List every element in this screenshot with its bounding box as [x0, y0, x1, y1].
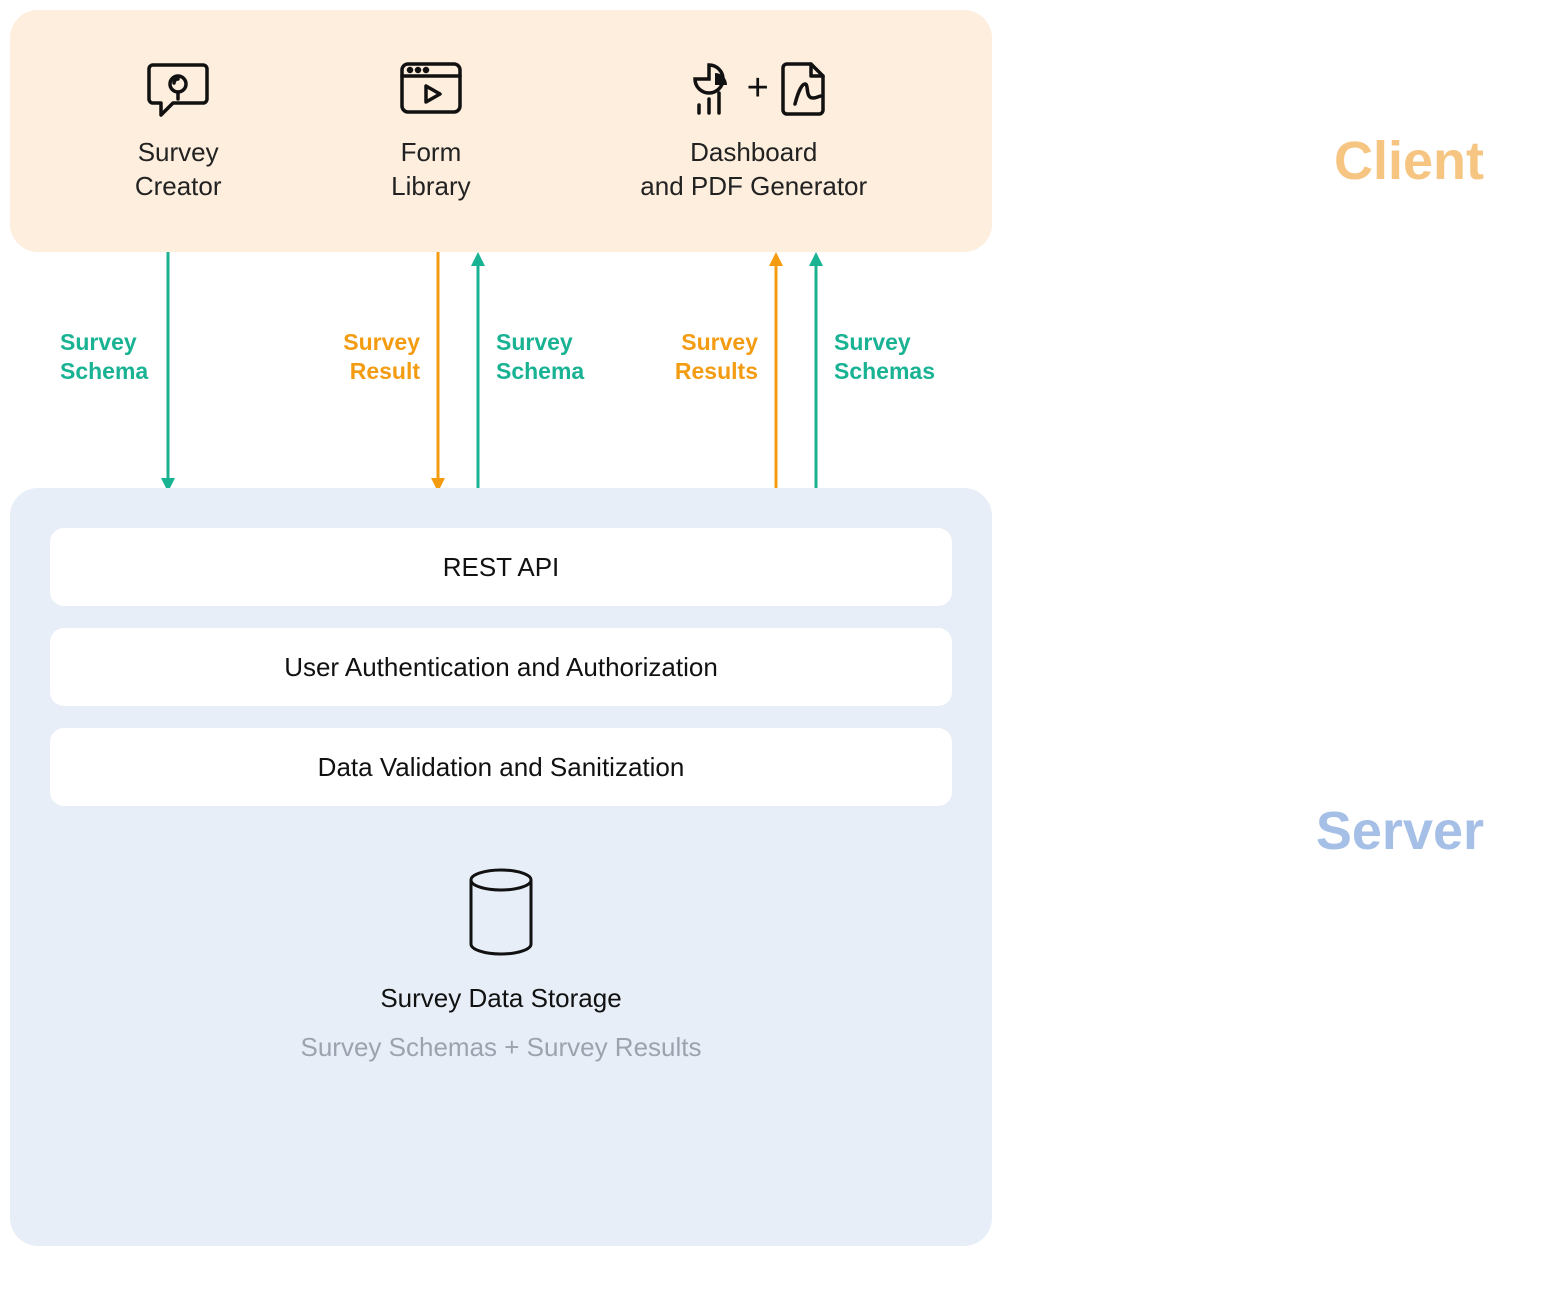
server-section: REST API User Authentication and Authori…: [10, 488, 992, 1246]
client-item-label: Survey Creator: [135, 136, 222, 204]
arrow-survey-schema-up: [468, 252, 471, 488]
arrow-label: SurveySchema: [60, 328, 148, 386]
arrow-label: SurveySchema: [496, 328, 584, 386]
server-layer-validation: Data Validation and Sanitization: [50, 728, 952, 806]
arrow-survey-result-down: [428, 252, 431, 488]
client-item-form-library: Form Library: [391, 58, 470, 204]
arrow-survey-schemas-up: [806, 252, 809, 488]
form-library-icon: [398, 58, 464, 118]
survey-creator-icon: [147, 58, 209, 118]
client-section: Survey Creator Form Library: [10, 10, 992, 252]
arrow-survey-schema-down: [158, 252, 161, 488]
client-section-label: Client: [1334, 130, 1484, 192]
database-icon: [465, 866, 537, 965]
server-layer-auth: User Authentication and Authorization: [50, 628, 952, 706]
client-item-dashboard-pdf: + Dashboard and PDF Generator: [640, 58, 867, 204]
storage-title: Survey Data Storage: [380, 983, 621, 1014]
arrow-label: SurveyResults: [670, 328, 758, 386]
dashboard-chart-icon: [679, 61, 735, 115]
arrows-section: SurveySchema SurveyResult SurveySchema S…: [10, 252, 992, 488]
pdf-file-icon: [781, 60, 829, 116]
dashboard-pdf-icon-group: +: [679, 58, 829, 118]
server-layer-rest-api: REST API: [50, 528, 952, 606]
storage-block: Survey Data Storage Survey Schemas + Sur…: [50, 866, 952, 1063]
arrow-survey-results-up: [766, 252, 769, 488]
server-section-label: Server: [1316, 800, 1484, 862]
client-item-survey-creator: Survey Creator: [135, 58, 222, 204]
storage-subtitle: Survey Schemas + Survey Results: [301, 1032, 702, 1063]
arrow-label: SurveyResult: [336, 328, 420, 386]
plus-icon: +: [747, 67, 769, 110]
arrow-label: SurveySchemas: [834, 328, 935, 386]
client-item-label: Dashboard and PDF Generator: [640, 136, 867, 204]
client-item-label: Form Library: [391, 136, 470, 204]
